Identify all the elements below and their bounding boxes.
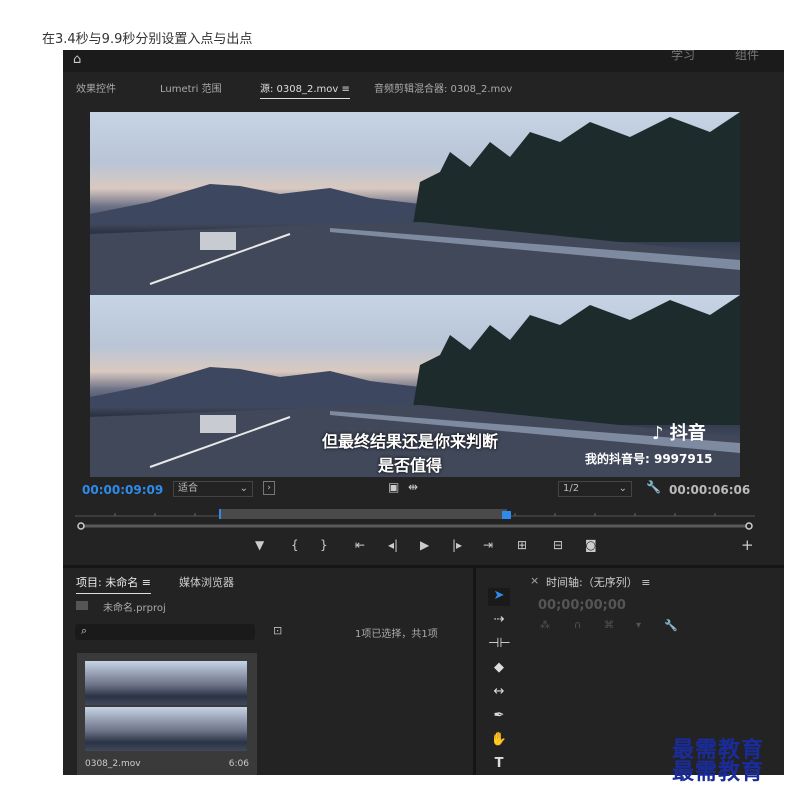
folder-icon	[76, 601, 88, 610]
chevron-down-icon: ⌄	[618, 483, 627, 494]
hand-tool-icon[interactable]: ✋	[488, 732, 510, 750]
slip-tool-icon[interactable]: ↔	[488, 684, 510, 702]
drag-video-icon[interactable]: ⇹	[408, 480, 418, 494]
wrench-icon[interactable]: 🔧	[646, 480, 661, 494]
snap-icon[interactable]: ∩	[574, 620, 581, 631]
fit-dropdown-value: 适合	[178, 483, 198, 494]
type-tool-icon[interactable]: T	[488, 756, 510, 774]
tiktok-logo-text: 抖音	[669, 423, 706, 444]
current-timecode[interactable]: 00:00:09:09	[82, 483, 163, 497]
resolution-dropdown-value: 1/2	[563, 483, 580, 494]
new-bin-icon[interactable]: ⊡	[273, 624, 282, 637]
selection-status: 1项已选择，共1项	[355, 629, 438, 640]
tab-project-label: 项目: 未命名	[76, 576, 139, 589]
step-back-icon[interactable]: ◂|	[388, 538, 398, 552]
marker-icon[interactable]: ▼	[255, 538, 264, 552]
add-button[interactable]: +	[741, 536, 754, 554]
transport-controls: ▼ { } ⇤ ◂| ▶ |▸ ⇥ ⊞ ⊟ ◙ +	[63, 536, 784, 556]
search-input[interactable]: ⌕	[75, 624, 255, 640]
caption-text: 在3.4秒与9.9秒分别设置入点与出点	[42, 32, 253, 47]
mark-in-icon[interactable]: {	[291, 538, 299, 552]
tab-audio-mixer[interactable]: 音频剪辑混合器: 0308_2.mov	[374, 80, 512, 95]
tiktok-logo: ♪ 抖音	[652, 419, 706, 445]
project-panel: 项目: 未命名 ≡ 媒体浏览器 未命名.prproj ⌕ ⊡ 1项已选择，共1项…	[63, 568, 471, 775]
mark-out-icon[interactable]: }	[320, 538, 328, 552]
go-to-in-icon[interactable]: ⇤	[355, 538, 365, 552]
duration-timecode: 00:00:06:06	[669, 483, 751, 497]
in-out-range	[220, 509, 507, 519]
timeline-title: 时间轴:（无序列） ≡	[546, 574, 650, 590]
top-bar: ⌂ 学习 组件	[63, 50, 784, 72]
tiktok-note-icon: ♪	[652, 423, 664, 444]
tab-source[interactable]: 源: 0308_2.mov ≡	[260, 80, 350, 99]
thumb-frame-bottom	[85, 707, 247, 751]
home-icon[interactable]: ⌂	[73, 52, 81, 67]
clip-thumbnail[interactable]: 0308_2.mov 6:06	[77, 653, 257, 775]
resolution-dropdown[interactable]: 1/2 ⌄	[558, 481, 632, 497]
source-panel-tabs: 效果控件 Lumetri 范围 源: 0308_2.mov ≡ 音频剪辑混合器:…	[63, 76, 784, 99]
subtitle-line-2: 是否值得	[377, 456, 442, 475]
timeline-timecode: 00;00;00;00	[538, 598, 626, 613]
overwrite-icon[interactable]: ⊟	[553, 538, 563, 552]
search-icon: ⌕	[81, 624, 88, 637]
tab-menu-icon[interactable]: ≡	[342, 84, 350, 95]
tiktok-id: 我的抖音号: 9997915	[585, 452, 713, 466]
play-icon[interactable]: ▶	[420, 538, 429, 552]
ripple-edit-tool-icon[interactable]: ⊣⊢	[488, 636, 511, 654]
premiere-window: ⌂ 学习 组件 效果控件 Lumetri 范围 源: 0308_2.mov ≡ …	[63, 50, 784, 775]
timeline-title-label: 时间轴:（无序列）	[546, 576, 638, 589]
wrench-icon[interactable]: 🔧	[664, 619, 678, 632]
go-to-out-icon[interactable]: ⇥	[483, 538, 493, 552]
insert-icon[interactable]: ⊞	[517, 538, 527, 552]
tab-source-label: 源: 0308_2.mov	[260, 84, 339, 95]
pen-tool-icon[interactable]: ✒	[488, 708, 510, 726]
tab-project[interactable]: 项目: 未命名 ≡	[76, 574, 151, 594]
clip-duration: 6:06	[228, 759, 249, 769]
time-ruler[interactable]	[75, 506, 755, 536]
add-marker-icon[interactable]: ▾	[636, 620, 641, 631]
safe-margins-icon[interactable]: ▣	[388, 480, 399, 494]
linked-selection-icon[interactable]: ⌘	[604, 620, 614, 631]
source-monitor-video: 但最终结果还是你来判断 是否值得 ♪ 抖音 我的抖音号: 9997915	[90, 112, 740, 477]
video-frame-top	[90, 112, 740, 294]
tools-panel: ➤ ⇢ ⊣⊢ ◆ ↔ ✒ ✋ T	[473, 568, 527, 775]
nest-icon[interactable]: ⁂	[540, 620, 550, 631]
tab-media-browser[interactable]: 媒体浏览器	[179, 574, 234, 590]
watermark-text-2: 最需教育	[672, 759, 765, 785]
fit-dropdown[interactable]: 适合 ⌄	[173, 481, 253, 497]
subtitle-line-1: 但最终结果还是你来判断	[321, 432, 498, 451]
workspace-learn[interactable]: 学习	[671, 50, 695, 63]
razor-tool-icon[interactable]: ◆	[488, 660, 510, 678]
camera-icon[interactable]: ◙	[585, 538, 597, 552]
source-control-row: 00:00:09:09 适合 ⌄ › ▣ ⇹ 1/2 ⌄ 🔧 00:00:06:06	[63, 480, 784, 500]
clip-name: 0308_2.mov	[85, 759, 141, 769]
selection-tool-icon[interactable]: ➤	[488, 588, 510, 606]
tab-menu-icon[interactable]: ≡	[142, 576, 151, 589]
tab-lumetri-scopes[interactable]: Lumetri 范围	[160, 80, 222, 95]
tab-menu-icon[interactable]: ≡	[641, 576, 650, 589]
tab-effect-controls[interactable]: 效果控件	[76, 80, 116, 95]
workspace-assembly[interactable]: 组件	[735, 50, 759, 63]
thumb-frame-top	[85, 661, 247, 705]
project-file-name: 未命名.prproj	[103, 603, 166, 614]
track-select-tool-icon[interactable]: ⇢	[488, 612, 510, 630]
timeline-close-button[interactable]: ×	[530, 574, 539, 587]
step-forward-icon[interactable]: |▸	[452, 538, 462, 552]
chevron-down-icon: ⌄	[239, 483, 248, 494]
drop-zone-icon[interactable]: ›	[263, 481, 275, 495]
playhead	[502, 511, 511, 519]
